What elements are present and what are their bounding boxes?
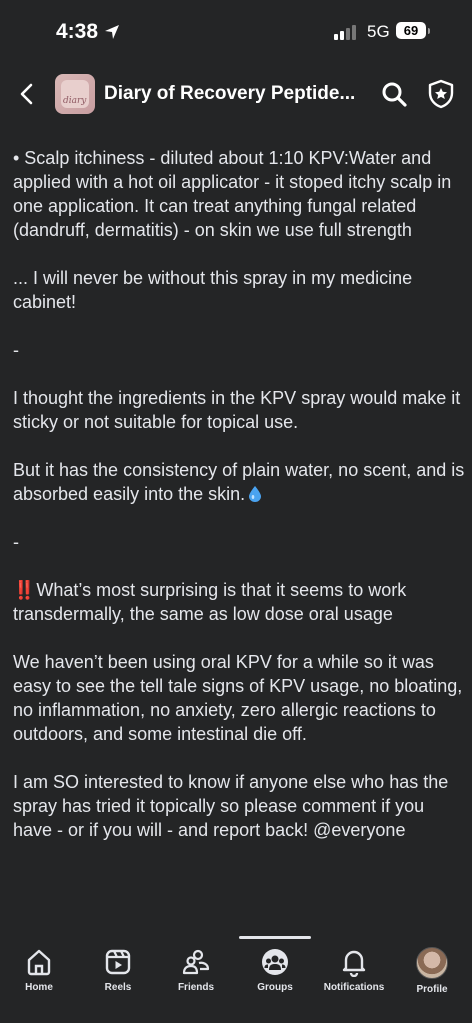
post-separator: - [13,340,19,360]
group-title[interactable]: Diary of Recovery Peptide... [104,83,355,105]
reels-icon [105,949,131,975]
post-paragraph: We haven’t been using oral KPV for a whi… [13,652,463,744]
tab-notifications[interactable]: Notifications [318,947,390,993]
post-paragraph: • Scalp itchiness - diluted about 1:10 K… [13,148,452,240]
tab-friends[interactable]: Friends [160,947,232,993]
tab-groups[interactable]: Groups [239,947,311,993]
post-separator: - [13,532,19,552]
groups-icon [262,949,288,975]
tab-home[interactable]: Home [3,947,75,993]
status-time: 4:38 [56,20,99,43]
battery-tip [428,28,430,34]
post-paragraph-with-emoji: ‼️ What’s most surprising is that it seem… [13,578,465,626]
home-icon [27,949,51,976]
tab-label: Notifications [323,982,385,993]
avatar [416,947,448,979]
tab-label: Home [25,982,53,993]
network-type: 5G [367,22,390,41]
post-body: • Scalp itchiness - diluted about 1:10 K… [13,146,465,866]
tab-label: Reels [104,982,132,993]
admin-shield-icon[interactable] [427,79,455,109]
friends-icon [182,949,210,975]
tab-profile[interactable]: Profile [396,947,468,995]
post-paragraph: I am SO interested to know if anyone els… [13,772,449,840]
post-paragraph: I thought the ingredients in the KPV spr… [13,388,461,432]
location-arrow-icon [105,25,119,39]
droplet-emoji-icon [249,486,262,502]
bottom-tab-bar: Home Reels Friends Groups Notifications … [0,935,472,1023]
battery-icon: 69 [396,22,426,39]
bell-icon [342,950,366,977]
search-icon[interactable] [380,80,408,108]
tab-label: Groups [257,982,293,993]
double-exclamation-emoji-icon: ‼️ [13,580,35,600]
active-tab-indicator [239,936,311,939]
back-chevron-icon[interactable] [14,80,42,108]
group-header: diary Diary of Recovery Peptide... [0,70,472,118]
post-paragraph-text: But it has the consistency of plain wate… [13,460,465,504]
tab-label: Friends [177,982,215,993]
tab-label: Profile [416,984,448,995]
group-thumbnail[interactable]: diary [55,74,95,114]
post-paragraph: ... I will never be without this spray i… [13,268,413,312]
tab-reels[interactable]: Reels [82,947,154,993]
post-paragraph-text: What’s most surprising is that it seems … [13,580,407,624]
post-paragraph-with-emoji: But it has the consistency of plain wate… [13,458,465,506]
status-bar: 4:38 5G 69 [0,0,472,60]
thumbnail-text: diary [63,96,87,106]
signal-icon [334,25,356,40]
